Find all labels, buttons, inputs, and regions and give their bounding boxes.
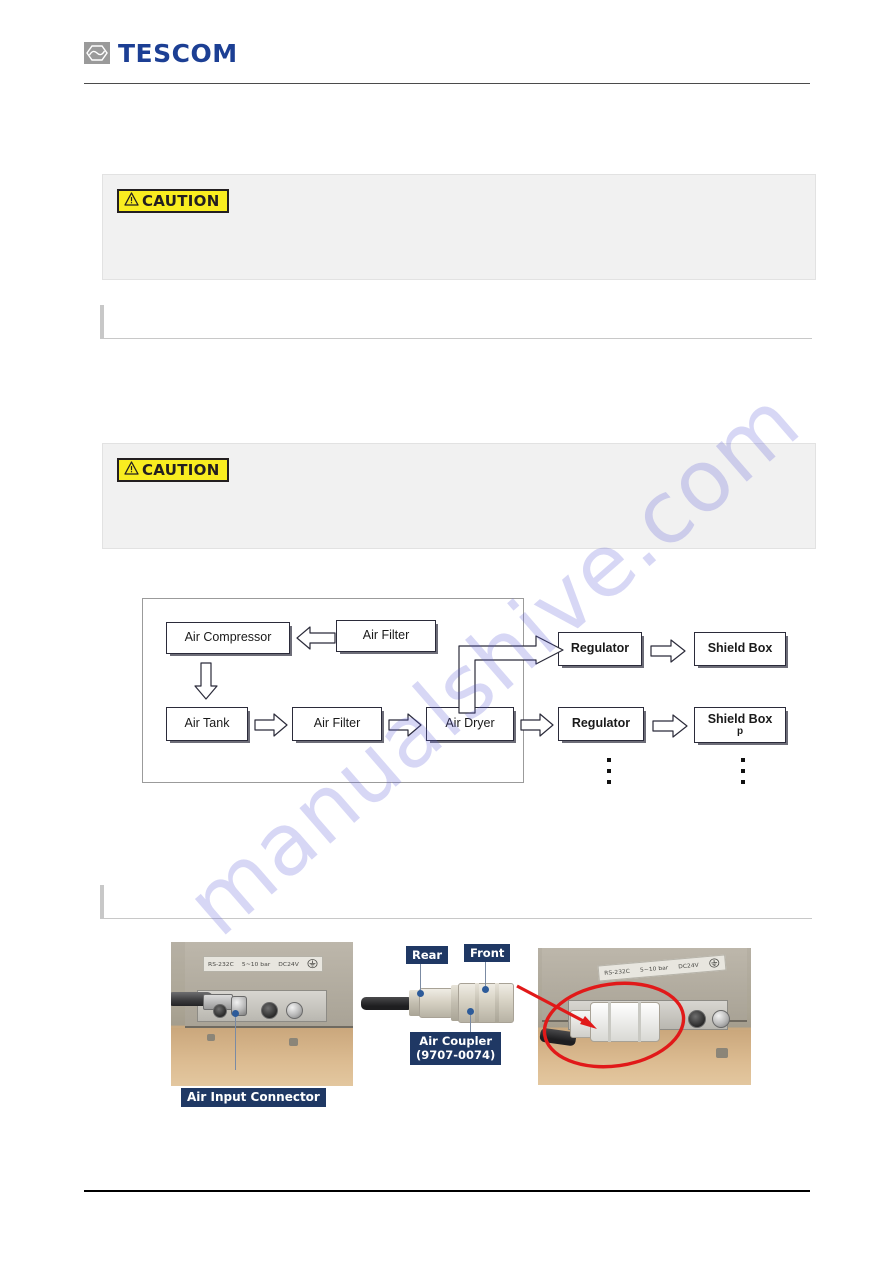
warning-triangle-icon xyxy=(124,460,139,480)
caution-label: CAUTION xyxy=(142,460,220,479)
shield-box-2-sublabel: p xyxy=(736,725,744,737)
arrow-right-filter-to-dryer xyxy=(388,713,422,737)
page-header: TESCOM xyxy=(84,36,810,88)
arrow-down-compressor-to-tank xyxy=(194,662,218,700)
section-accent-bar xyxy=(100,305,104,339)
flow-node-regulator-2: Regulator xyxy=(558,707,644,741)
arrow-elbow-dryer-to-regulator-1 xyxy=(458,635,564,714)
callout-air-coupler: Air Coupler (9707-0074) xyxy=(410,1032,502,1065)
caution-block-2: CAUTION xyxy=(102,443,816,549)
flow-node-shield-box-2: Shield Box p xyxy=(694,707,786,743)
callout-rear: Rear xyxy=(406,946,449,965)
arrow-right-regulator1-to-shieldbox1 xyxy=(650,639,686,663)
air-supply-flow-diagram: Air Compressor Air Filter Air Tank Air F… xyxy=(130,590,810,805)
callout-front: Front xyxy=(464,944,511,963)
callout-air-input-connector: Air Input Connector xyxy=(181,1088,326,1107)
section-header-1 xyxy=(100,305,812,339)
flow-node-regulator-1: Regulator xyxy=(558,632,642,666)
flow-node-air-filter-2: Air Filter xyxy=(292,707,382,741)
arrow-left-filter-to-compressor xyxy=(296,626,336,650)
flow-node-shield-box-1: Shield Box xyxy=(694,632,786,666)
flow-node-air-filter-1: Air Filter xyxy=(336,620,436,652)
header-divider xyxy=(84,83,810,84)
caution-badge: CAUTION xyxy=(117,458,229,482)
vertical-ellipsis-icon xyxy=(741,758,745,784)
callout-coupler-partnumber: (9707-0074) xyxy=(416,1048,496,1063)
flow-node-air-compressor: Air Compressor xyxy=(166,622,290,654)
arrow-right-dryer-to-regulator-2 xyxy=(520,713,554,737)
section-underline xyxy=(100,338,812,339)
flow-node-air-tank: Air Tank xyxy=(166,707,248,741)
vertical-ellipsis-icon xyxy=(607,758,611,784)
hexagon-wave-logo-icon xyxy=(84,42,110,64)
photo-figure-row: RS-232C 5~10 bar DC24V Air Input Connect… xyxy=(165,938,765,1118)
warning-triangle-icon xyxy=(124,191,139,211)
caution-label: CAUTION xyxy=(142,191,220,210)
shield-box-2-label: Shield Box xyxy=(707,712,773,727)
brand-logo: TESCOM xyxy=(84,36,810,70)
callout-coupler-name: Air Coupler xyxy=(419,1034,492,1048)
caution-block-1: CAUTION xyxy=(102,174,816,280)
footer-divider xyxy=(84,1190,810,1192)
section-underline xyxy=(100,918,812,919)
section-header-2 xyxy=(100,885,812,919)
arrow-right-regulator2-to-shieldbox2 xyxy=(652,714,688,738)
caution-badge: CAUTION xyxy=(117,189,229,213)
arrow-right-tank-to-filter xyxy=(254,713,288,737)
brand-name: TESCOM xyxy=(118,38,238,68)
section-accent-bar xyxy=(100,885,104,919)
